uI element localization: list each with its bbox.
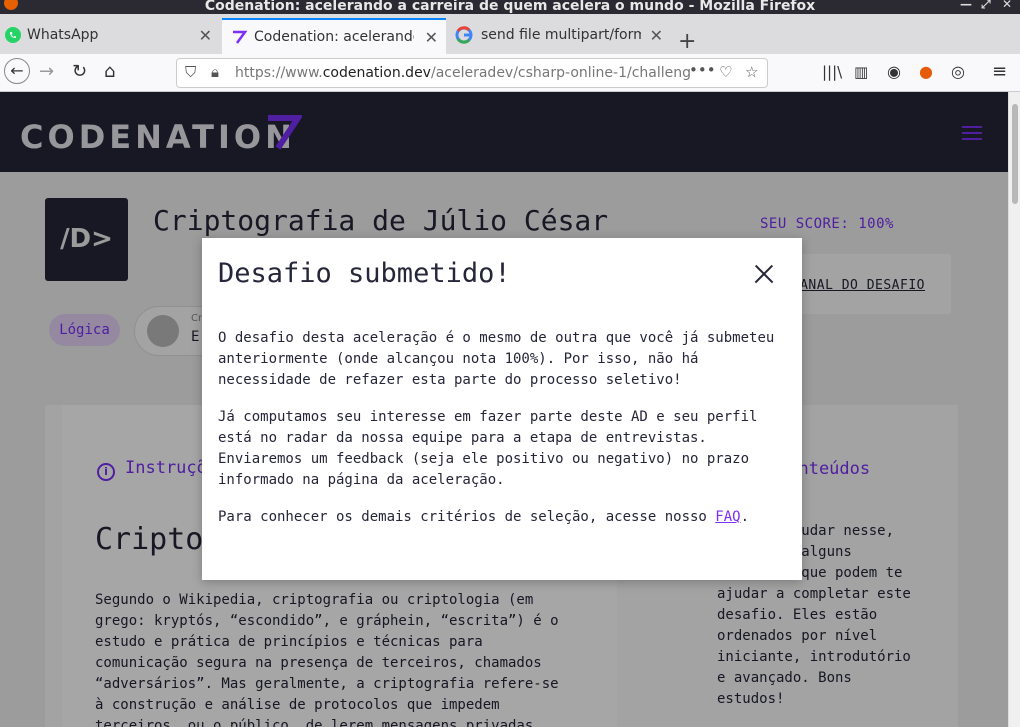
shield-icon[interactable]: ⛉ <box>185 63 196 81</box>
modal-title: Desafio submetido! <box>218 258 511 289</box>
window-title: Codenation: acelerando a carreira de que… <box>204 0 816 14</box>
firefox-icon <box>4 0 18 10</box>
modal-body: O desafio desta aceleração é o mesmo de … <box>218 328 788 544</box>
whatsapp-icon <box>5 27 21 43</box>
tab-google-search[interactable]: send file multipart/form- ✕ <box>449 20 671 50</box>
navigation-toolbar: ← → ↻ ⌂ ⛉ 🔒︎ https://www.codenation.dev/… <box>0 54 1020 92</box>
tab-codenation[interactable]: Codenation: acelerando a ✕ <box>222 18 446 54</box>
sidebar-icon[interactable]: ▥ <box>854 61 868 83</box>
tab-close-icon[interactable]: ✕ <box>650 26 663 45</box>
modal-paragraph-2: Já computamos seu interesse em fazer par… <box>218 409 758 488</box>
reload-icon[interactable]: ↻ <box>72 61 87 83</box>
modal-paragraph-1: O desafio desta aceleração é o mesmo de … <box>218 330 775 388</box>
window-titlebar: Codenation: acelerando a carreira de que… <box>0 0 1020 14</box>
tab-close-icon[interactable]: ✕ <box>425 28 438 47</box>
tab-strip: WhatsApp ✕ Codenation: acelerando a ✕ se… <box>0 14 1020 54</box>
url-bar[interactable]: ⛉ 🔒︎ https://www.codenation.dev/acelerad… <box>176 58 768 88</box>
library-icon[interactable]: |||\ <box>822 61 842 83</box>
forward-button[interactable]: → <box>39 61 54 83</box>
modal-paragraph-3: Para conhecer os demais critérios de sel… <box>218 509 750 525</box>
scrollbar-thumb[interactable] <box>1012 104 1018 204</box>
close-window-icon[interactable]: ✕ <box>1002 0 1012 10</box>
tab-label: send file multipart/form- <box>481 27 641 43</box>
codenation-icon <box>233 30 248 44</box>
lock-icon[interactable]: 🔒︎ <box>211 63 219 81</box>
restore-icon[interactable]: ⤢ <box>981 0 991 10</box>
close-icon[interactable] <box>754 264 774 284</box>
bookmark-star-icon[interactable]: ☆ <box>745 63 758 81</box>
home-icon[interactable]: ⌂ <box>104 61 115 83</box>
tab-label: Codenation: acelerando a <box>254 29 414 45</box>
account-icon[interactable]: ◉ <box>887 61 901 83</box>
back-button[interactable]: ← <box>4 58 30 84</box>
menu-icon[interactable]: ≡ <box>992 61 1007 83</box>
minimize-icon[interactable]: — <box>960 0 972 10</box>
google-icon <box>455 26 473 44</box>
tab-close-icon[interactable]: ✕ <box>199 26 212 45</box>
page-actions-icon[interactable]: ••• <box>689 61 716 79</box>
pocket-icon[interactable]: ♡ <box>719 63 732 81</box>
faq-link[interactable]: FAQ <box>715 509 740 525</box>
screenshot-extension-icon[interactable]: ◎ <box>951 61 965 83</box>
tab-whatsapp[interactable]: WhatsApp ✕ <box>0 20 220 50</box>
extension-icon[interactable]: ● <box>919 61 933 83</box>
new-tab-button[interactable]: + <box>678 31 696 53</box>
url-text[interactable]: https://www.codenation.dev/aceleradev/cs… <box>235 65 690 81</box>
tab-label: WhatsApp <box>27 27 99 43</box>
page-scrollbar[interactable] <box>1008 92 1020 727</box>
submission-modal: Desafio submetido! O desafio desta acele… <box>202 238 802 580</box>
